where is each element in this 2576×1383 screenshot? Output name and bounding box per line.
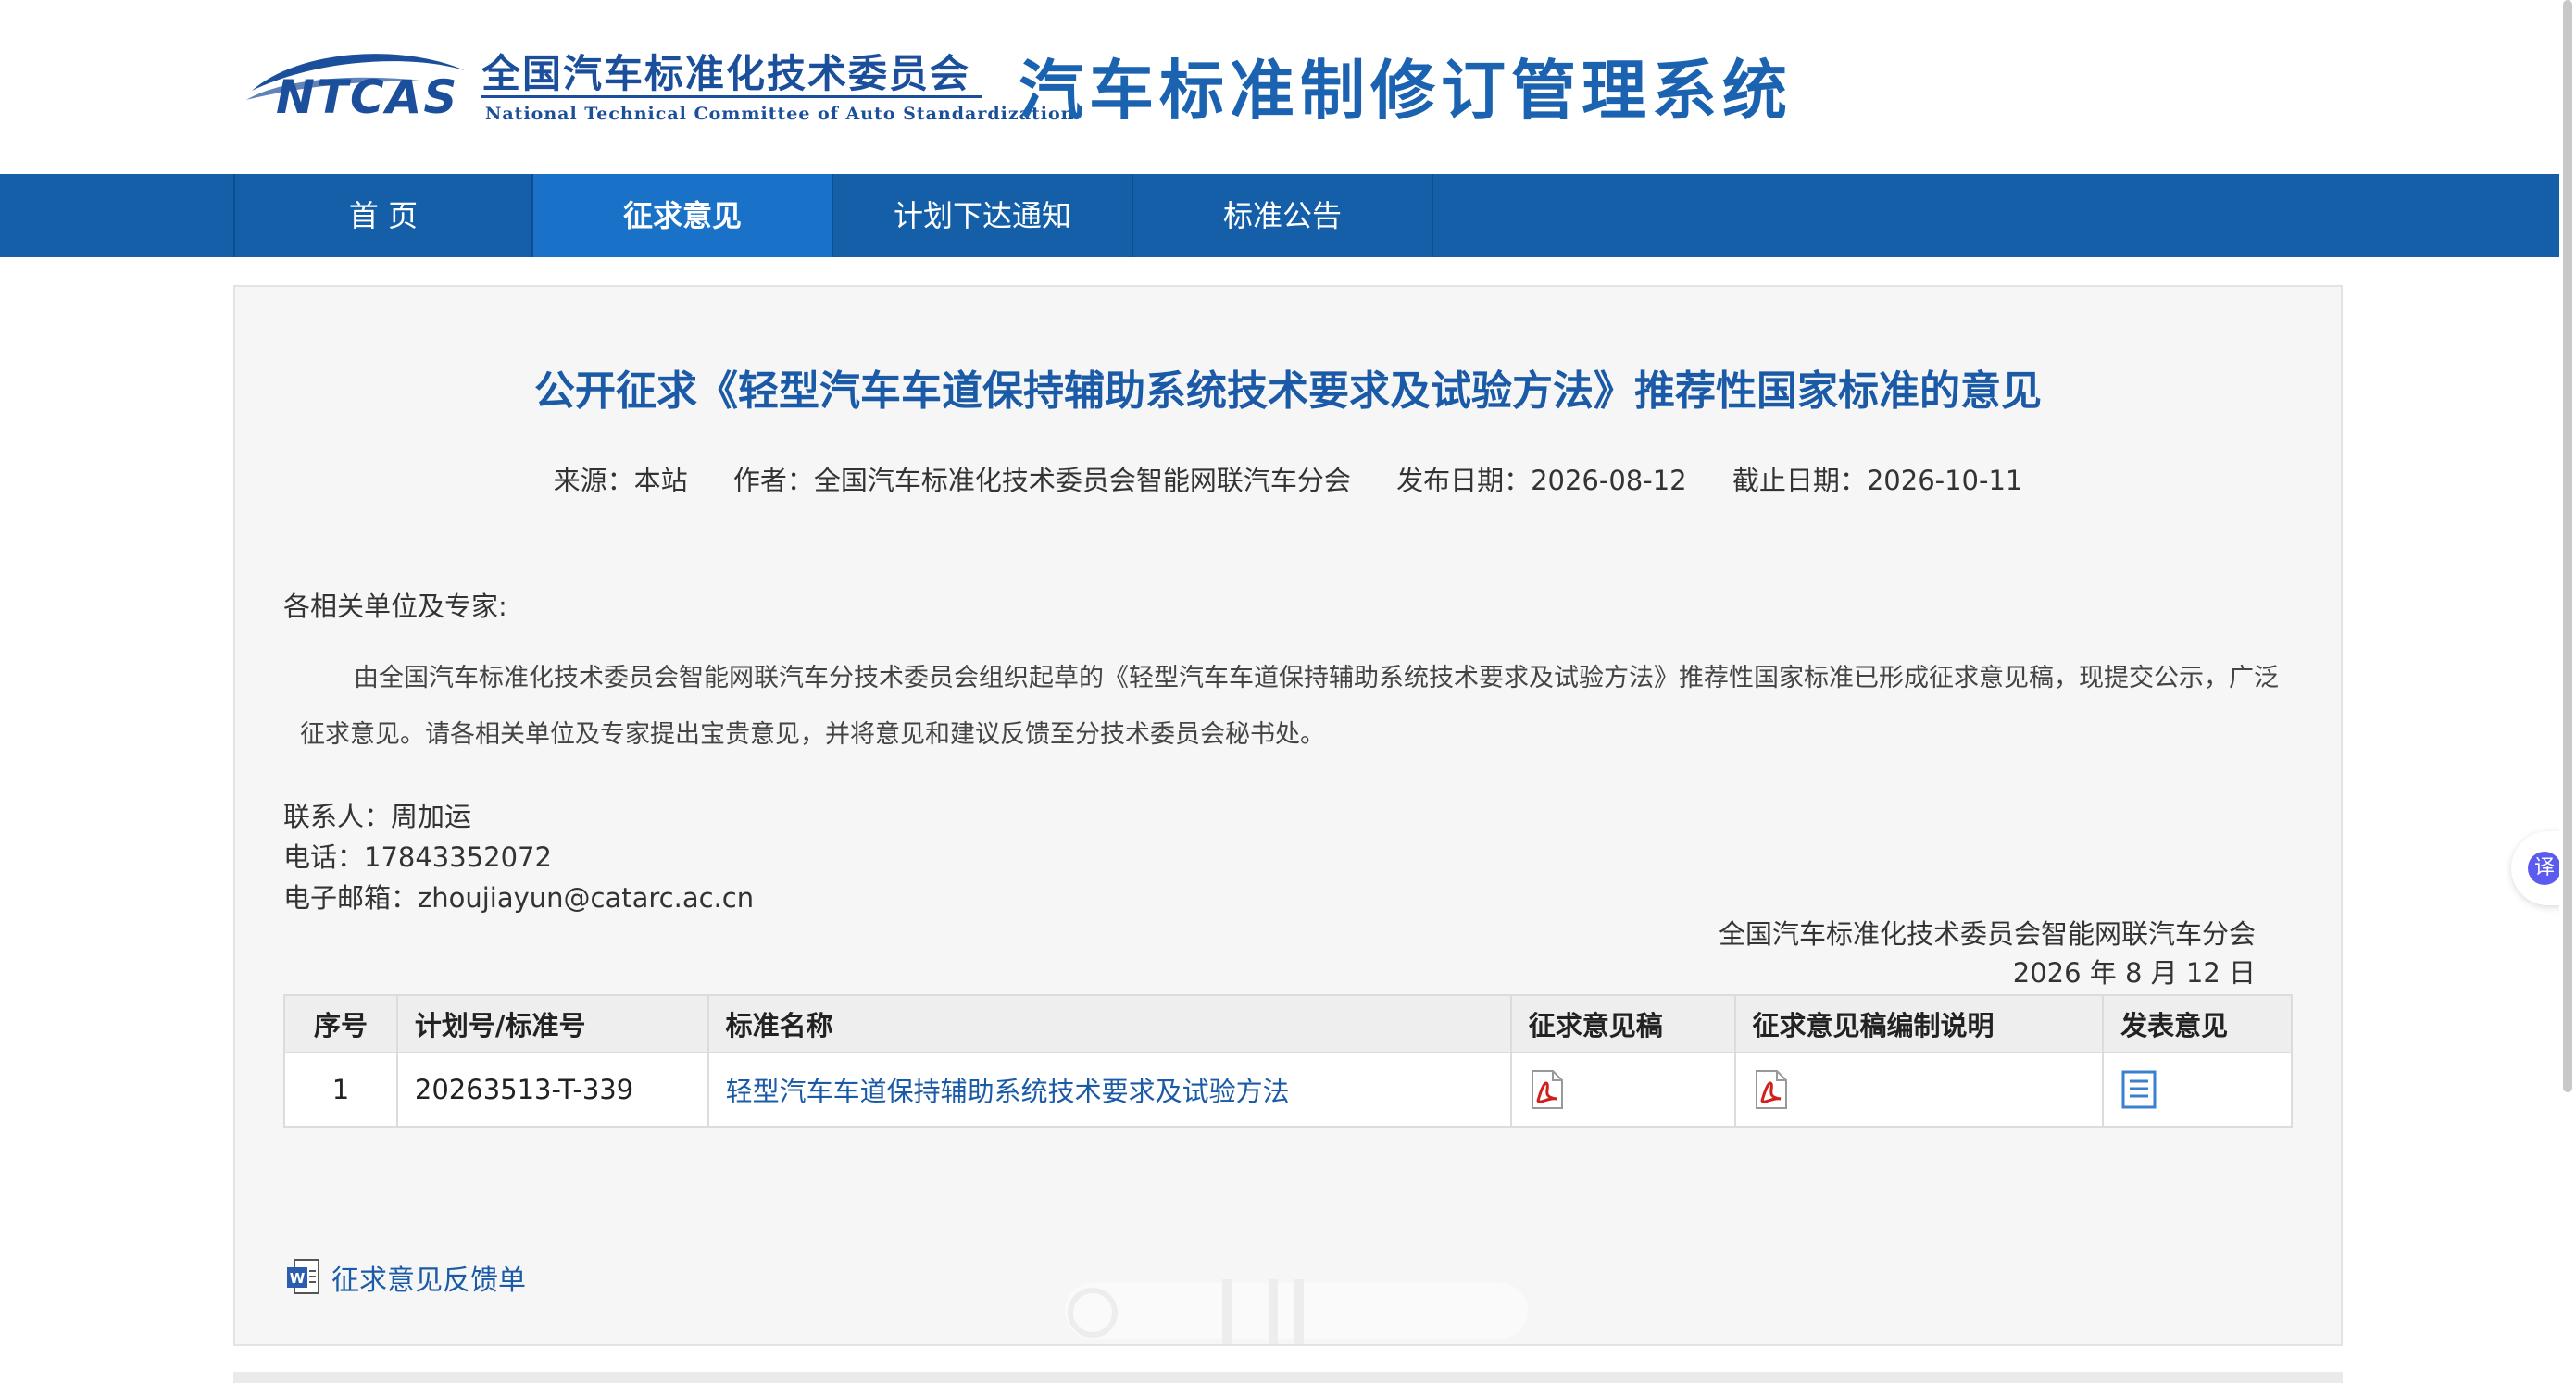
pdf-icon[interactable]	[1753, 1069, 1790, 1110]
cell-explanation	[1733, 1052, 2105, 1128]
article-body: 由全国汽车标准化技术委员会智能网联汽车分技术委员会组织起草的《轻型汽车车道保持辅…	[300, 664, 2279, 749]
article-meta: 来源：本站 作者：全国汽车标准化技术委员会智能网联汽车分会 发布日期：2026-…	[235, 459, 2341, 498]
translate-icon: 译	[2528, 852, 2561, 885]
standards-table: 序号 计划号/标准号 标准名称 征求意见稿 征求意见稿编制说明 发表意见 1 2…	[283, 994, 2293, 1128]
contact-email: 电子邮箱：zhoujiayun@catarc.ac.cn	[283, 882, 755, 914]
col-header-name: 标准名称	[707, 994, 1512, 1053]
system-title: 汽车标准制修订管理系统	[1019, 52, 1793, 129]
content-panel: 公开征求《轻型汽车车道保持辅助系统技术要求及试验方法》推荐性国家标准的意见 来源…	[233, 285, 2343, 1346]
cell-name: 轻型汽车车道保持辅助系统技术要求及试验方法	[707, 1052, 1512, 1128]
cell-comment	[2102, 1052, 2293, 1128]
feedback-form-label: 征求意见反馈单	[331, 1265, 526, 1297]
contact-phone: 电话：17843352072	[283, 841, 552, 873]
meta-deadline: 截止日期：2026-10-11	[1732, 465, 2023, 496]
org-name-en: National Technical Committee of Auto Sta…	[485, 104, 1075, 124]
nav-item-comments[interactable]: 征求意见	[533, 174, 833, 257]
meta-author: 作者：全国汽车标准化技术委员会智能网联汽车分会	[732, 465, 1351, 496]
watermark-graphic	[1056, 1266, 1537, 1359]
table-row: 1 20263513-T-339 轻型汽车车道保持辅助系统技术要求及试验方法	[283, 1052, 2293, 1128]
meta-publish-date: 发布日期：2026-08-12	[1396, 465, 1687, 496]
bottom-strip	[233, 1372, 2343, 1383]
main-nav: 首 页 征求意见 计划下达通知 标准公告	[0, 174, 2576, 257]
col-header-explanation: 征求意见稿编制说明	[1733, 994, 2105, 1053]
nav-item-home[interactable]: 首 页	[233, 174, 533, 257]
word-document-icon: W	[287, 1259, 319, 1294]
col-header-index: 序号	[283, 994, 398, 1053]
org-name-cn: 全国汽车标准化技术委员会	[481, 51, 971, 96]
site-logo[interactable]: NTCAS 全国汽车标准化技术委员会 National Technical Co…	[243, 43, 1073, 135]
org-divider	[481, 95, 982, 98]
col-header-plan-no: 计划号/标准号	[395, 994, 709, 1053]
salutation: 各相关单位及专家:	[283, 591, 507, 622]
signature-org: 全国汽车标准化技术委员会智能网联汽车分会	[1718, 918, 2256, 950]
nav-item-announcements[interactable]: 标准公告	[1133, 174, 1433, 257]
cell-plan-no: 20263513-T-339	[395, 1052, 709, 1128]
col-header-comment: 发表意见	[2102, 994, 2293, 1053]
standard-name-link[interactable]: 轻型汽车车道保持辅助系统技术要求及试验方法	[726, 1076, 1290, 1107]
nav-item-plan-notice[interactable]: 计划下达通知	[833, 174, 1133, 257]
svg-text:W: W	[290, 1270, 306, 1287]
feedback-form-link[interactable]: W 征求意见反馈单	[285, 1257, 526, 1298]
scrollbar[interactable]	[2559, 0, 2576, 1383]
col-header-draft: 征求意见稿	[1509, 994, 1736, 1053]
cell-index: 1	[283, 1052, 398, 1128]
pdf-icon[interactable]	[1529, 1069, 1566, 1110]
signature: 全国汽车标准化技术委员会智能网联汽车分会 2026 年 8 月 12 日	[1719, 915, 2256, 992]
logo-text: NTCAS	[276, 70, 459, 124]
meta-source: 来源：本站	[553, 465, 688, 496]
list-icon[interactable]	[2120, 1069, 2157, 1110]
article-title: 公开征求《轻型汽车车道保持辅助系统技术要求及试验方法》推荐性国家标准的意见	[534, 368, 2042, 415]
cell-draft	[1509, 1052, 1736, 1128]
contact-person: 联系人：周加运	[283, 801, 472, 832]
contact-info: 联系人：周加运 电话：17843352072 电子邮箱：zhoujiayun@c…	[283, 796, 754, 918]
signature-date: 2026 年 8 月 12 日	[2012, 957, 2256, 989]
table-header-row: 序号 计划号/标准号 标准名称 征求意见稿 征求意见稿编制说明 发表意见	[283, 994, 2293, 1053]
scrollbar-thumb[interactable]	[2563, 0, 2572, 1092]
site-header: NTCAS 全国汽车标准化技术委员会 National Technical Co…	[0, 0, 2576, 174]
page: NTCAS 全国汽车标准化技术委员会 National Technical Co…	[0, 0, 2576, 1383]
